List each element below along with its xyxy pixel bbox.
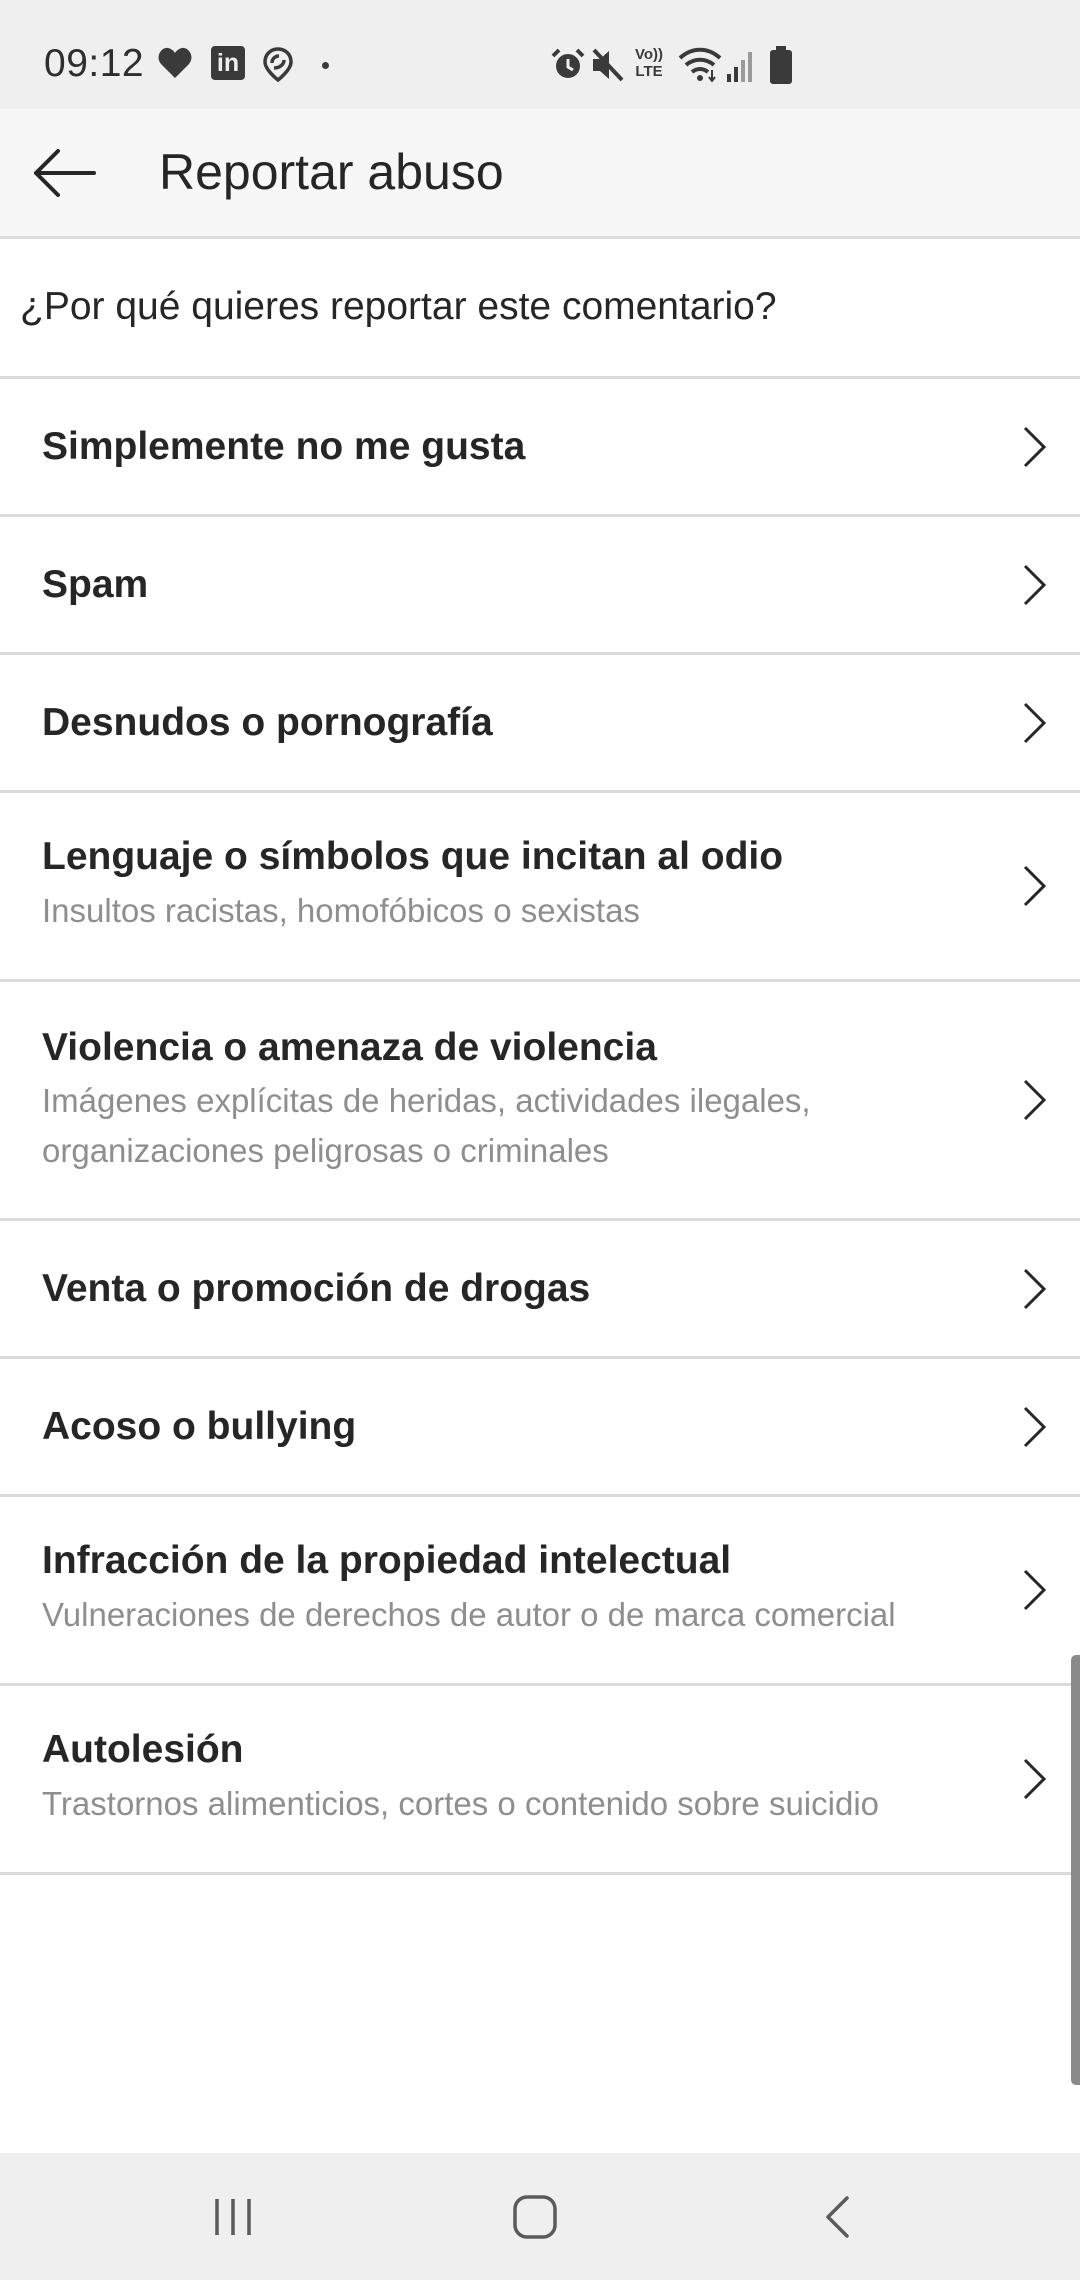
status-time: 09:12: [44, 42, 145, 85]
reason-item-autolesion[interactable]: Autolesión Trastornos alimenticios, cort…: [0, 1686, 1080, 1875]
chevron-right-icon: [1023, 1268, 1047, 1309]
reason-title: Lenguaje o símbolos que incitan al odio: [42, 835, 784, 878]
reason-title: Desnudos o pornografía: [42, 701, 493, 744]
reason-item-propiedad-intelectual[interactable]: Infracción de la propiedad intelectual V…: [0, 1497, 1080, 1686]
dot-icon: [322, 62, 329, 69]
reason-item-no-me-gusta[interactable]: Simplemente no me gusta: [0, 379, 1080, 517]
alarm-icon: [551, 48, 585, 92]
volte-icon: Vo)) LTE: [631, 46, 667, 90]
heart-icon: [158, 47, 192, 91]
scrollbar[interactable]: [1071, 1655, 1080, 2085]
location-app-icon: [262, 46, 294, 90]
reason-title: Infracción de la propiedad intelectual: [42, 1539, 732, 1582]
reason-title: Spam: [42, 563, 149, 606]
linkedin-icon: in: [211, 46, 245, 80]
reason-subtitle: Trastornos alimenticios, cortes o conten…: [42, 1785, 880, 1822]
reason-title: Autolesión: [42, 1728, 244, 1771]
question-header: ¿Por qué quieres reportar este comentari…: [0, 239, 1080, 379]
reason-item-lenguaje-odio[interactable]: Lenguaje o símbolos que incitan al odio …: [0, 793, 1080, 982]
report-reasons-list: Simplemente no me gusta Spam Desnudos o …: [0, 379, 1080, 1875]
reason-subtitle: Insultos racistas, homofóbicos o sexista…: [42, 892, 640, 929]
reason-subtitle: Imágenes explícitas de heridas, activida…: [42, 1082, 811, 1169]
reason-title: Venta o promoción de drogas: [42, 1267, 591, 1310]
chevron-right-icon: [1023, 426, 1047, 467]
status-bar: 09:12 in Vo)) LTE: [0, 0, 1080, 109]
reason-subtitle: Vulneraciones de derechos de autor o de …: [42, 1596, 896, 1633]
recent-apps-button[interactable]: [188, 2175, 278, 2259]
arrow-left-icon: [34, 149, 96, 197]
chevron-right-icon: [1023, 1079, 1047, 1121]
reason-title: Simplemente no me gusta: [42, 425, 526, 468]
mute-icon: [590, 48, 626, 92]
system-nav-bar: [0, 2153, 1080, 2280]
reason-item-drogas[interactable]: Venta o promoción de drogas: [0, 1221, 1080, 1359]
volte-label-bottom: LTE: [635, 63, 663, 80]
volte-label-top: Vo)): [634, 46, 664, 63]
reason-item-violencia[interactable]: Violencia o amenaza de violencia Imágene…: [0, 982, 1080, 1221]
wifi-icon: [678, 46, 722, 90]
home-button[interactable]: [490, 2175, 580, 2259]
chevron-right-icon: [1023, 1758, 1047, 1800]
reason-item-acoso[interactable]: Acoso o bullying: [0, 1359, 1080, 1497]
signal-icon: [727, 48, 757, 92]
reason-title: Acoso o bullying: [42, 1405, 357, 1448]
recent-apps-icon: [215, 2199, 251, 2235]
page-title: Reportar abuso: [159, 144, 504, 200]
reason-item-spam[interactable]: Spam: [0, 517, 1080, 655]
linkedin-label: in: [216, 49, 240, 77]
reason-item-desnudos[interactable]: Desnudos o pornografía: [0, 655, 1080, 793]
app-bar: Reportar abuso: [0, 109, 1080, 239]
chevron-right-icon: [1023, 1569, 1047, 1611]
back-icon: [826, 2196, 849, 2238]
battery-icon: [770, 46, 792, 90]
question-text: ¿Por qué quieres reportar este comentari…: [20, 285, 777, 328]
chevron-right-icon: [1023, 564, 1047, 605]
home-icon: [513, 2195, 557, 2239]
chevron-right-icon: [1023, 702, 1047, 743]
back-button[interactable]: [22, 131, 106, 215]
chevron-right-icon: [1023, 865, 1047, 907]
system-back-button[interactable]: [792, 2175, 882, 2259]
reason-title: Violencia o amenaza de violencia: [42, 1026, 657, 1069]
chevron-right-icon: [1023, 1406, 1047, 1447]
